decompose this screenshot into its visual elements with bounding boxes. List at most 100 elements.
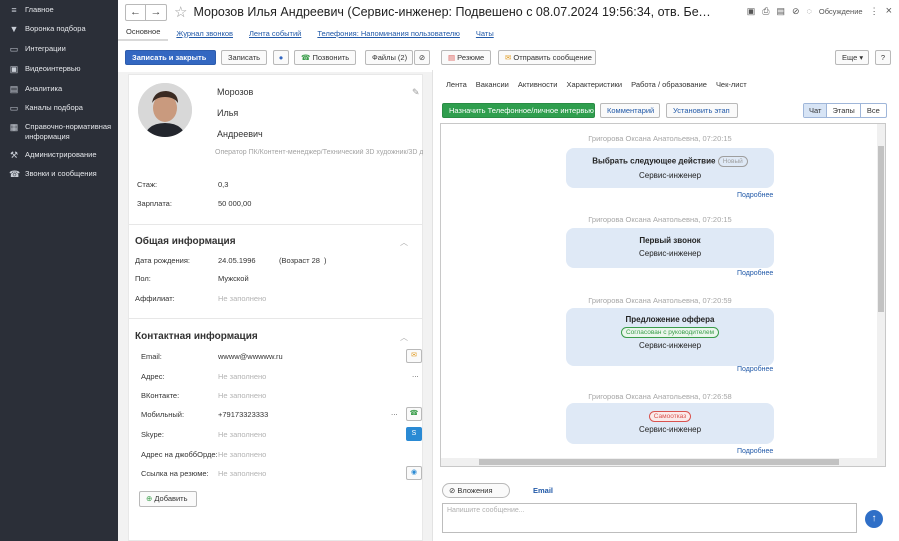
print-icon[interactable]: ⎙ [762, 6, 769, 17]
filter-all[interactable]: Все [861, 104, 886, 117]
sidebar-item-channels[interactable]: ▭ Каналы подбора [0, 103, 118, 122]
contact-info-title: Контактная информация [135, 331, 258, 342]
tab-work-education[interactable]: Работа / образование [631, 80, 707, 89]
tab-main[interactable]: Основное [118, 27, 169, 41]
message-author: Григорова Оксана Анатольевна, 07:20:15 [588, 215, 732, 224]
tab-vacancies[interactable]: Вакансии [476, 80, 509, 89]
jobboard-label: Адрес на джоббОрде: [141, 450, 218, 459]
sidebar-item-analytics[interactable]: ▤ Аналитика [0, 84, 118, 103]
email-tab[interactable]: Email [533, 486, 553, 495]
tab-activities[interactable]: Активности [518, 80, 558, 89]
horizontal-scrollbar[interactable] [441, 458, 877, 466]
phone-icon: ☎ [301, 53, 313, 62]
tab-checklist[interactable]: Чек-лист [716, 80, 747, 89]
menu-icon: ≡ [11, 5, 17, 15]
open-link-icon[interactable]: ◉ [406, 466, 422, 480]
address-more-button[interactable]: ... [412, 370, 419, 379]
funnel-icon: ▼ [9, 24, 19, 34]
bubble-subtitle: Сервис-инженер [638, 341, 702, 350]
back-button[interactable]: ← [126, 4, 146, 20]
sidebar-item-admin[interactable]: ⚒ Администрирование [0, 150, 118, 169]
sidebar-item-funnel[interactable]: ▼ Воронка подбора [0, 24, 118, 44]
envelope-icon[interactable]: ✉ [406, 349, 422, 363]
resume-button[interactable]: ▤ Резюме [441, 50, 491, 65]
affiliate-value: Не заполнено [218, 294, 267, 303]
more-button[interactable]: Еще ▾ [835, 50, 869, 65]
sidebar: ≡ Главное ▼ Воронка подбора ▭ Интеграции ▣ В… [0, 0, 118, 541]
attach-icon[interactable]: ⊘ [414, 50, 430, 65]
sidebar-item-video[interactable]: ▣ Видеоинтервью [0, 64, 118, 84]
details-link[interactable]: Подробнее [737, 192, 773, 199]
save-button[interactable]: Записать [221, 50, 267, 65]
discussion-button[interactable]: Обсуждение [819, 7, 863, 16]
tab-telephony[interactable]: Телефония: Напоминания пользователю [309, 29, 468, 41]
sidebar-item-label: Главное [25, 5, 54, 14]
details-link[interactable]: Подробнее [737, 270, 773, 277]
forward-button[interactable]: → [146, 5, 166, 20]
preview-icon[interactable]: ▤ [776, 6, 785, 17]
last-name: Морозов [217, 87, 254, 97]
close-icon[interactable]: × [886, 5, 892, 17]
title-bar: ← → ☆ Морозов Илья Андреевич (Сервис-инж… [118, 0, 899, 24]
chat-icon[interactable]: ● [273, 50, 289, 65]
tab-characteristics[interactable]: Характеристики [567, 80, 623, 89]
tab-chats[interactable]: Чаты [468, 29, 502, 41]
skype-value[interactable]: Не заполнено [218, 430, 266, 439]
send-message-button[interactable]: ✉ Отправить сообщение [498, 50, 596, 65]
message-input[interactable]: Напишите сообщение... [442, 503, 857, 533]
star-icon[interactable]: ☆ [174, 5, 187, 20]
link-icon[interactable]: ⊘ [792, 6, 800, 17]
tab-feed[interactable]: Лента [446, 80, 467, 89]
scroll-thumb[interactable] [479, 459, 839, 465]
address-label: Адрес: [141, 372, 165, 381]
sidebar-item-reference[interactable]: ▦ Справочно-нормативная информация [0, 122, 118, 150]
bubble-subtitle: Сервис-инженер [638, 425, 702, 434]
set-stage-button[interactable]: Установить этап [666, 103, 738, 118]
chevron-up-icon[interactable]: ︿ [400, 237, 408, 248]
mobile-value[interactable]: +79173323333 [218, 410, 268, 419]
tab-events[interactable]: Лента событий [241, 29, 309, 41]
attachments-button[interactable]: ⊘ Вложения [442, 483, 510, 498]
general-info-title: Общая информация [135, 236, 236, 247]
filter-chat[interactable]: Чат [804, 104, 828, 117]
files-button[interactable]: Файлы (2) [365, 50, 413, 65]
email-value[interactable]: wwww@wwwww.ru [218, 352, 283, 361]
save-close-button[interactable]: Записать и закрыть [125, 50, 216, 65]
scroll-thumb[interactable] [878, 146, 884, 312]
middle-name: Андреевич [217, 129, 263, 139]
add-contact-button[interactable]: ⊕ Добавить [139, 491, 197, 507]
more-icon[interactable]: ⋮ [870, 6, 879, 17]
vertical-scrollbar[interactable] [877, 124, 885, 466]
details-link[interactable]: Подробнее [737, 448, 773, 455]
call-icon[interactable]: ☎ [406, 407, 422, 421]
details-link[interactable]: Подробнее [737, 366, 773, 373]
toolbar: Записать и закрыть Записать ● ☎ Позвонит… [118, 44, 899, 70]
assign-interview-button[interactable]: Назначить Телефонное/личное интервью [442, 103, 595, 118]
feed-area[interactable]: Григорова Оксана Анатольевна, 07:20:15 В… [440, 123, 886, 467]
jobboard-value[interactable]: Не заполнено [218, 450, 266, 459]
sidebar-item-calls[interactable]: ☎ Звонки и сообщения [0, 169, 118, 188]
sidebar-item-label: Видеоинтервью [25, 64, 81, 73]
chevron-up-icon[interactable]: ︿ [400, 332, 408, 343]
skype-icon[interactable]: S [406, 427, 422, 441]
call-label: Позвонить [312, 53, 350, 62]
address-value[interactable]: Не заполнено [218, 372, 266, 381]
video-icon: ▣ [9, 64, 19, 74]
help-button[interactable]: ? [875, 50, 891, 65]
save-icon[interactable]: ▣ [747, 6, 756, 17]
sidebar-item-integrations[interactable]: ▭ Интеграции [0, 44, 118, 64]
wrench-icon: ⚒ [9, 150, 19, 160]
comment-button[interactable]: Комментарий [600, 103, 660, 118]
vk-label: ВКонтакте: [141, 391, 180, 400]
vk-value[interactable]: Не заполнено [218, 391, 266, 400]
filter-stages[interactable]: Этапы [827, 104, 861, 117]
tab-call-log[interactable]: Журнал звонков [168, 29, 241, 41]
call-button[interactable]: ☎ Позвонить [294, 50, 356, 65]
sidebar-item-main[interactable]: ≡ Главное [0, 5, 118, 24]
send-button[interactable]: ↑ [865, 510, 883, 528]
bubble-title: Предложение оффера [625, 315, 715, 324]
mobile-more-button[interactable]: ... [391, 408, 398, 417]
discussion-icon[interactable]: ◌ [807, 6, 812, 16]
resume-link-value[interactable]: Не заполнено [218, 469, 266, 478]
edit-icon[interactable]: ✎ [412, 87, 420, 98]
